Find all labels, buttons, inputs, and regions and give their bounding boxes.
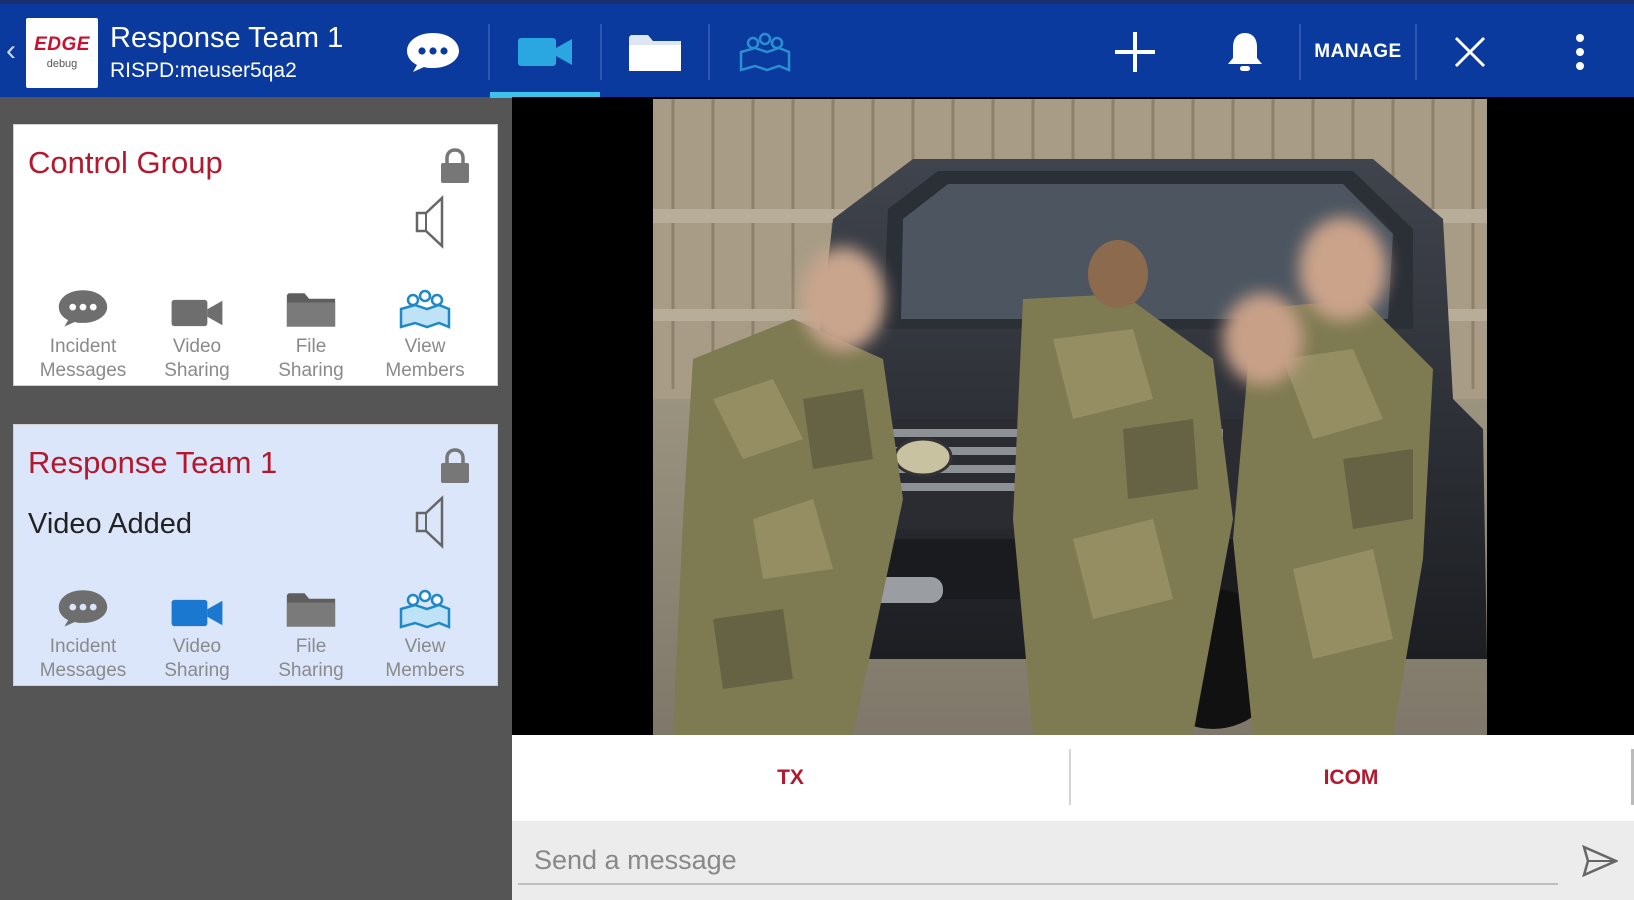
close-icon [1454,36,1486,68]
action-label: Video Sharing [164,636,230,681]
close-button[interactable] [1425,8,1515,96]
icom-button[interactable]: ICOM [1071,735,1631,821]
tx-button[interactable]: TX [512,735,1069,821]
notifications-button[interactable] [1200,8,1290,96]
icom-label: ICOM [1323,766,1379,789]
video-sharing-button[interactable]: Video Sharing [140,577,254,683]
action-label: File Sharing [278,636,344,681]
chat-bubble-icon [58,590,108,627]
shared-video-frame [653,99,1487,735]
video-sharing-button[interactable]: Video Sharing [140,277,254,383]
members-map-icon [399,289,451,329]
tab-messages[interactable] [385,8,480,96]
action-label: View Members [385,636,465,681]
action-label: Incident Messages [39,336,127,381]
speaker-icon[interactable] [414,495,446,549]
page-title: Response Team 1 [110,22,344,54]
video-player[interactable] [512,97,1634,735]
action-label: Video Sharing [164,336,230,381]
folder-icon [286,593,336,627]
incident-messages-button[interactable]: Incident Messages [26,277,140,383]
chat-bubble-icon [406,33,459,72]
chat-bubble-icon [58,290,108,327]
file-sharing-button[interactable]: File Sharing [254,277,368,383]
page-subtitle: RISPD:meuser5qa2 [110,59,297,82]
tx-label: TX [777,766,804,789]
more-vert-icon [1576,34,1584,70]
plus-icon [1115,32,1155,72]
folder-icon [286,293,336,327]
members-map-icon [399,589,451,629]
group-card-response-team-1[interactable]: Response Team 1 Video Added Incident Mes… [13,424,498,686]
view-members-button[interactable]: View Members [368,277,482,383]
tab-video[interactable] [490,8,600,96]
app-logo[interactable]: EDGE debug [26,18,98,88]
lock-icon[interactable] [439,447,471,485]
members-map-icon [739,32,791,72]
group-name: Response Team 1 [28,445,278,480]
video-camera-icon [171,299,223,327]
action-label: View Members [385,336,465,381]
ptt-bar: TX ICOM [512,735,1634,821]
folder-icon [629,35,681,71]
add-button[interactable] [1090,8,1180,96]
tab-files[interactable] [602,8,708,96]
incident-messages-button[interactable]: Incident Messages [26,577,140,683]
manage-label: MANAGE [1314,41,1402,62]
group-card-control-group[interactable]: Control Group Incident Messages Video Sh… [13,124,498,386]
group-actions: Incident Messages Video Sharing File Sha… [14,277,499,387]
view-members-button[interactable]: View Members [368,577,482,683]
chevron-left-icon[interactable]: ‹ [6,36,16,66]
lock-icon[interactable] [439,147,471,185]
file-sharing-button[interactable]: File Sharing [254,577,368,683]
manage-button[interactable]: MANAGE [1301,8,1415,96]
bell-icon [1228,33,1262,71]
group-actions: Incident Messages Video Sharing File Sha… [14,577,499,687]
logo-text: EDGE [34,34,90,55]
message-input[interactable] [518,837,1558,885]
speaker-icon[interactable] [414,195,446,249]
logo-subtext: debug [46,58,78,70]
group-status: Video Added [28,508,192,540]
group-name: Control Group [28,145,223,180]
app-header: ‹ EDGE debug Response Team 1 RISPD:meuse… [0,0,1634,98]
video-camera-icon [518,38,572,66]
overflow-menu-button[interactable] [1555,8,1605,96]
action-label: Incident Messages [39,636,127,681]
send-icon [1582,845,1618,877]
action-label: File Sharing [278,336,344,381]
tab-members[interactable] [710,8,820,96]
message-bar [512,821,1634,900]
send-button[interactable] [1572,839,1628,883]
video-camera-icon [171,599,223,627]
